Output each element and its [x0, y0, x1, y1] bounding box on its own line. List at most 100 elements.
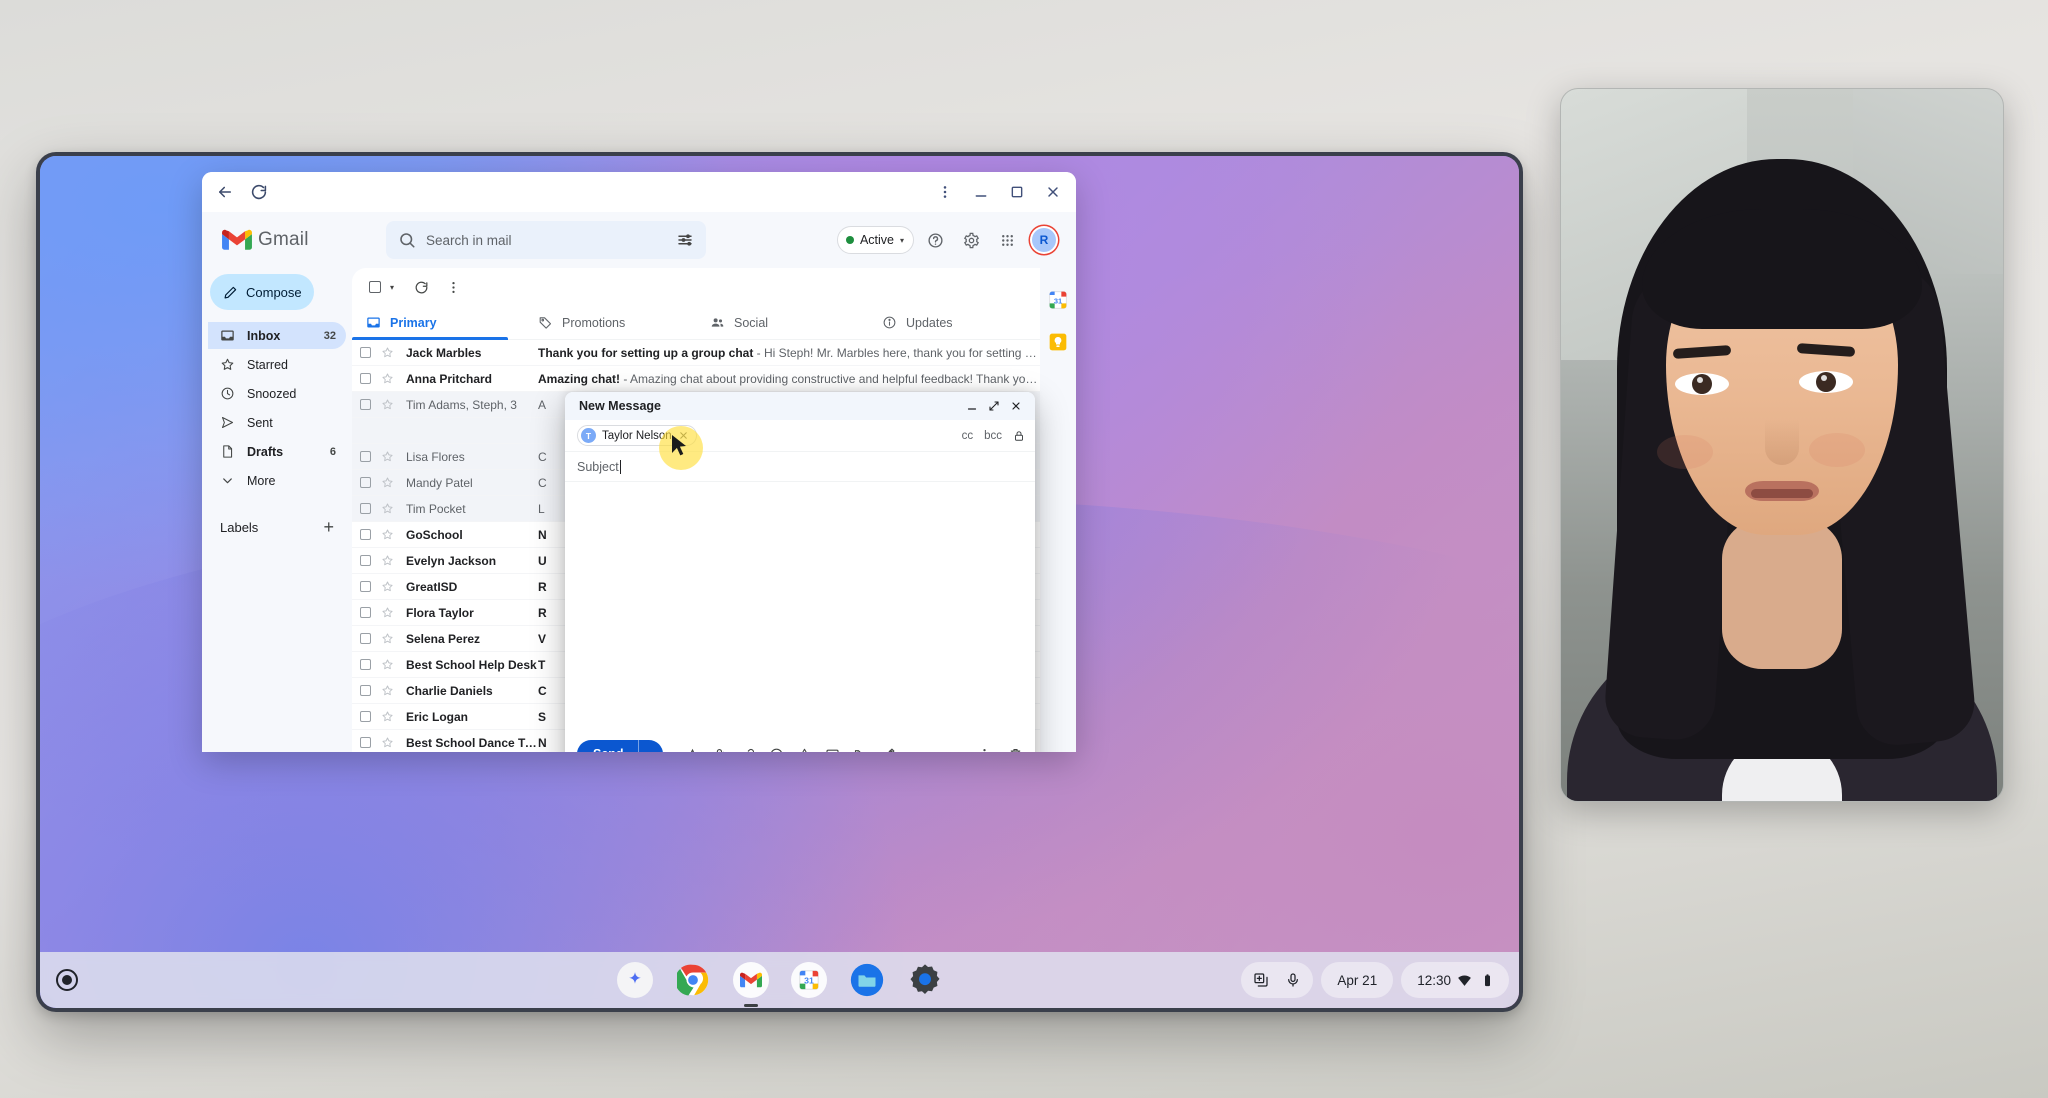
compose-expand-button[interactable] — [983, 395, 1005, 417]
launcher-icon[interactable] — [50, 963, 84, 997]
row-checkbox[interactable] — [360, 555, 371, 566]
tab-social[interactable]: Social — [696, 306, 868, 339]
sidebar-item-sent[interactable]: Sent — [208, 409, 346, 436]
insert-photo-icon[interactable] — [825, 747, 840, 753]
row-checkbox[interactable] — [360, 451, 371, 462]
star-icon[interactable] — [381, 502, 394, 515]
row-checkbox[interactable] — [360, 581, 371, 592]
gmail-icon[interactable] — [732, 962, 769, 998]
insert-signature-icon[interactable] — [881, 747, 896, 753]
star-icon[interactable] — [381, 398, 394, 411]
compose-body-field[interactable] — [565, 482, 1035, 732]
minimize-icon[interactable] — [964, 175, 998, 209]
reload-icon[interactable] — [244, 177, 274, 207]
compose-header[interactable]: New Message — [565, 392, 1035, 420]
gmail-logo[interactable]: Gmail — [208, 229, 358, 252]
lock-icon[interactable] — [1013, 430, 1025, 442]
star-icon[interactable] — [381, 528, 394, 541]
star-icon[interactable] — [381, 450, 394, 463]
search-input[interactable]: Search in mail — [386, 221, 706, 259]
tab-updates[interactable]: Updates — [868, 306, 1040, 339]
tab-primary[interactable]: Primary — [352, 306, 524, 340]
star-icon[interactable] — [381, 736, 394, 749]
chrome-icon[interactable] — [675, 962, 711, 998]
google-keep-icon[interactable] — [1048, 332, 1068, 352]
gear-icon[interactable] — [956, 225, 986, 255]
kebab-menu-icon[interactable] — [928, 175, 962, 209]
remove-chip-icon[interactable] — [678, 430, 689, 441]
sidebar-item-snoozed[interactable]: Snoozed — [208, 380, 346, 407]
trash-icon[interactable] — [1008, 747, 1023, 753]
insert-emoji-icon[interactable] — [769, 747, 784, 753]
tab-promotions[interactable]: Promotions — [524, 306, 696, 339]
compose-close-button[interactable] — [1005, 395, 1027, 417]
compose-button[interactable]: Compose — [210, 274, 314, 310]
status-badge[interactable]: Active ▾ — [836, 226, 914, 254]
calendar-icon[interactable]: 31 — [790, 962, 827, 998]
microphone-icon[interactable] — [1277, 964, 1309, 996]
close-icon[interactable] — [1036, 175, 1070, 209]
compose-recipients-row[interactable]: T Taylor Nelson cc bcc — [565, 420, 1035, 452]
refresh-icon[interactable] — [408, 274, 434, 300]
star-icon[interactable] — [381, 710, 394, 723]
table-row[interactable]: Jack Marbles Thank you for setting up a g… — [352, 340, 1040, 366]
row-checkbox[interactable] — [360, 737, 371, 748]
row-checkbox[interactable] — [360, 633, 371, 644]
sidebar-item-more[interactable]: More — [208, 467, 346, 494]
maximize-icon[interactable] — [1000, 175, 1034, 209]
star-icon[interactable] — [381, 658, 394, 671]
search-options-icon[interactable] — [676, 231, 694, 249]
confidential-mode-icon[interactable] — [853, 747, 868, 753]
help-icon[interactable] — [920, 225, 950, 255]
send-options-caret[interactable]: ▾ — [639, 750, 663, 753]
insert-link-icon[interactable] — [741, 747, 756, 753]
row-checkbox[interactable] — [360, 347, 371, 358]
star-icon[interactable] — [381, 580, 394, 593]
attach-file-icon[interactable] — [713, 747, 728, 753]
app-grid-icon[interactable] — [992, 225, 1022, 255]
files-icon[interactable] — [849, 962, 885, 998]
back-arrow-icon[interactable] — [210, 177, 240, 207]
kebab-menu-icon[interactable] — [977, 747, 992, 753]
svg-text:31: 31 — [1054, 296, 1062, 305]
row-checkbox[interactable] — [360, 659, 371, 670]
compose-subject-field[interactable]: Subject — [565, 452, 1035, 482]
sidebar-item-drafts[interactable]: Drafts 6 — [208, 438, 346, 465]
cc-button[interactable]: cc — [962, 430, 974, 442]
star-icon[interactable] — [381, 476, 394, 489]
formatting-options-icon[interactable] — [685, 747, 700, 753]
select-all-dropdown-icon[interactable]: ▾ — [390, 283, 394, 292]
google-calendar-icon[interactable]: 31 — [1048, 290, 1068, 310]
row-checkbox[interactable] — [360, 477, 371, 488]
tray-date[interactable]: Apr 21 — [1321, 962, 1394, 998]
tray-status[interactable]: 12:30 — [1401, 962, 1509, 998]
star-icon[interactable] — [381, 372, 394, 385]
gemini-icon[interactable] — [616, 962, 653, 998]
table-row[interactable]: Anna Pritchard Amazing chat! - Amazing ch… — [352, 366, 1040, 392]
sidebar-item-starred[interactable]: Starred — [208, 351, 346, 378]
star-icon[interactable] — [381, 554, 394, 567]
row-checkbox[interactable] — [360, 503, 371, 514]
bcc-button[interactable]: bcc — [984, 430, 1002, 442]
settings-icon[interactable] — [907, 962, 943, 998]
star-icon[interactable] — [381, 632, 394, 645]
add-label-button[interactable]: + — [323, 518, 334, 536]
row-checkbox[interactable] — [360, 685, 371, 696]
recipient-chip[interactable]: T Taylor Nelson — [577, 425, 697, 446]
more-options-icon[interactable] — [440, 274, 466, 300]
row-checkbox[interactable] — [360, 711, 371, 722]
insert-drive-icon[interactable] — [797, 747, 812, 753]
compose-minimize-button[interactable] — [961, 395, 983, 417]
row-checkbox[interactable] — [360, 399, 371, 410]
row-checkbox[interactable] — [360, 607, 371, 618]
row-checkbox[interactable] — [360, 373, 371, 384]
select-all-checkbox[interactable] — [362, 274, 388, 300]
star-icon[interactable] — [381, 346, 394, 359]
row-checkbox[interactable] — [360, 529, 371, 540]
screen-capture-icon[interactable] — [1245, 964, 1277, 996]
sidebar-item-inbox[interactable]: Inbox 32 — [208, 322, 346, 349]
avatar[interactable]: R — [1028, 224, 1060, 256]
send-button[interactable]: Send ▾ — [577, 740, 663, 752]
star-icon[interactable] — [381, 606, 394, 619]
star-icon[interactable] — [381, 684, 394, 697]
